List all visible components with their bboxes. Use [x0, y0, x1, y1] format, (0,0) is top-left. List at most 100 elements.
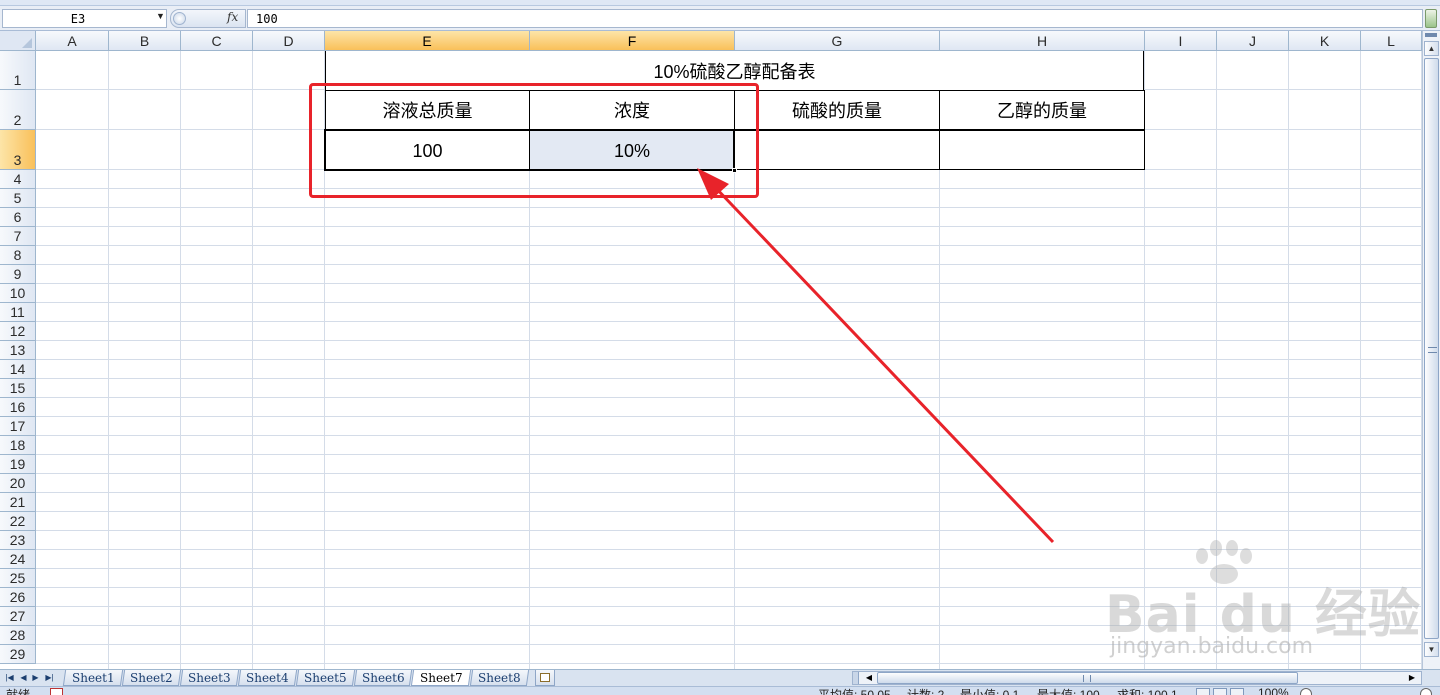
- sheet-tab-sheet4[interactable]: Sheet4: [237, 670, 298, 686]
- insert-sheet-button[interactable]: [535, 670, 555, 686]
- sheet-tab-sheet2[interactable]: Sheet2: [121, 670, 182, 686]
- row-header-9[interactable]: 9: [0, 265, 36, 284]
- row-header-19[interactable]: 19: [0, 455, 36, 474]
- prev-sheet-icon[interactable]: ◀: [18, 672, 29, 684]
- row-header-6[interactable]: 6: [0, 208, 36, 227]
- cell-g3[interactable]: [734, 130, 940, 170]
- zoom-out-icon[interactable]: [1300, 688, 1312, 695]
- row-number: 5: [13, 190, 22, 206]
- row-header-2[interactable]: 2: [0, 90, 36, 130]
- row-number: 19: [9, 456, 26, 472]
- row-header-24[interactable]: 24: [0, 550, 36, 569]
- page-layout-view-button[interactable]: [1213, 688, 1227, 695]
- insert-sheet-icon: [540, 673, 550, 682]
- row-header-5[interactable]: 5: [0, 189, 36, 208]
- row-header-26[interactable]: 26: [0, 588, 36, 607]
- column-header-c[interactable]: C: [181, 31, 253, 51]
- first-sheet-icon[interactable]: |◀: [4, 672, 15, 684]
- chevron-down-icon[interactable]: ▼: [156, 11, 165, 21]
- expand-icon[interactable]: [1425, 9, 1437, 28]
- row-number: 20: [9, 475, 26, 491]
- row-header-28[interactable]: 28: [0, 626, 36, 645]
- cell-h3[interactable]: [939, 130, 1145, 170]
- next-sheet-icon[interactable]: ▶: [30, 672, 41, 684]
- row-header-25[interactable]: 25: [0, 569, 36, 588]
- row-header-21[interactable]: 21: [0, 493, 36, 512]
- horizontal-scrollbar[interactable]: ◀ ▶: [852, 671, 1422, 685]
- gridline: [36, 207, 1422, 208]
- column-header-e[interactable]: E: [325, 31, 530, 51]
- row-header-1[interactable]: 1: [0, 51, 36, 90]
- row-number: 15: [9, 380, 26, 396]
- sheet-tab-sheet5[interactable]: Sheet5: [295, 670, 356, 686]
- row-header-23[interactable]: 23: [0, 531, 36, 550]
- horizontal-scroll-thumb[interactable]: [877, 672, 1298, 684]
- row-number: 4: [13, 171, 22, 187]
- name-box-value: E3: [70, 12, 86, 26]
- sheet-tab-sheet7[interactable]: Sheet7: [410, 670, 472, 686]
- column-header-a[interactable]: A: [36, 31, 109, 51]
- row-header-29[interactable]: 29: [0, 645, 36, 664]
- sheet-tab-sheet3[interactable]: Sheet3: [179, 670, 240, 686]
- header-cell-ethanol-mass[interactable]: 乙醇的质量: [939, 90, 1145, 130]
- record-macro-icon[interactable]: [50, 688, 63, 695]
- formula-value: 100: [256, 12, 278, 26]
- column-header-h[interactable]: H: [940, 31, 1145, 51]
- name-box[interactable]: E3 ▼: [2, 9, 167, 28]
- gridline: [36, 663, 1422, 664]
- gridline: [36, 302, 1422, 303]
- normal-view-button[interactable]: [1196, 688, 1210, 695]
- row-number: 11: [10, 304, 25, 320]
- last-sheet-icon[interactable]: ▶|: [44, 672, 55, 684]
- column-header-f[interactable]: F: [530, 31, 735, 51]
- scroll-left-icon[interactable]: ◀: [863, 672, 875, 684]
- zoom-level[interactable]: 100%: [1258, 687, 1289, 695]
- scroll-down-icon[interactable]: ▼: [1424, 642, 1439, 657]
- row-number: 1: [13, 72, 22, 88]
- formula-input[interactable]: 100: [247, 9, 1423, 28]
- row-number: 28: [9, 627, 26, 643]
- row-header-10[interactable]: 10: [0, 284, 36, 303]
- page-break-view-button[interactable]: [1230, 688, 1244, 695]
- select-all-button[interactable]: [0, 31, 36, 51]
- column-header-l[interactable]: L: [1361, 31, 1422, 51]
- header-cell-sulfuric-acid-mass[interactable]: 硫酸的质量: [734, 90, 940, 130]
- scroll-right-icon[interactable]: ▶: [1406, 672, 1418, 684]
- row-header-8[interactable]: 8: [0, 246, 36, 265]
- row-header-27[interactable]: 27: [0, 607, 36, 626]
- column-header-b[interactable]: B: [109, 31, 181, 51]
- row-number: 7: [13, 228, 22, 244]
- row-header-16[interactable]: 16: [0, 398, 36, 417]
- row-header-11[interactable]: 11: [0, 303, 36, 322]
- sheet-tab-sheet1[interactable]: Sheet1: [62, 670, 124, 686]
- row-header-13[interactable]: 13: [0, 341, 36, 360]
- gridline: [36, 359, 1422, 360]
- row-header-22[interactable]: 22: [0, 512, 36, 531]
- split-handle[interactable]: [1425, 33, 1437, 37]
- row-header-7[interactable]: 7: [0, 227, 36, 246]
- vertical-scrollbar[interactable]: ▲ ▼: [1422, 31, 1440, 669]
- column-header-i[interactable]: I: [1145, 31, 1217, 51]
- row-header-18[interactable]: 18: [0, 436, 36, 455]
- row-header-17[interactable]: 17: [0, 417, 36, 436]
- column-header-j[interactable]: J: [1217, 31, 1289, 51]
- column-header-d[interactable]: D: [253, 31, 325, 51]
- tab-split-handle[interactable]: [853, 672, 859, 684]
- row-header-4[interactable]: 4: [0, 170, 36, 189]
- row-header-14[interactable]: 14: [0, 360, 36, 379]
- scroll-up-icon[interactable]: ▲: [1424, 41, 1439, 56]
- sheet-tab-sheet8[interactable]: Sheet8: [469, 670, 530, 686]
- row-number: 2: [13, 112, 22, 128]
- vertical-scroll-thumb[interactable]: [1424, 58, 1439, 639]
- column-header-g[interactable]: G: [735, 31, 940, 51]
- row-header-12[interactable]: 12: [0, 322, 36, 341]
- row-header-15[interactable]: 15: [0, 379, 36, 398]
- row-header-20[interactable]: 20: [0, 474, 36, 493]
- column-header-k[interactable]: K: [1289, 31, 1361, 51]
- row-header-3[interactable]: 3: [0, 130, 36, 170]
- expand-formula-handle-icon[interactable]: [173, 12, 186, 25]
- zoom-in-icon[interactable]: [1420, 688, 1432, 695]
- sheet-tab-sheet6[interactable]: Sheet6: [353, 670, 413, 686]
- gridline: [252, 51, 253, 669]
- insert-function-icon[interactable]: fx: [227, 10, 238, 24]
